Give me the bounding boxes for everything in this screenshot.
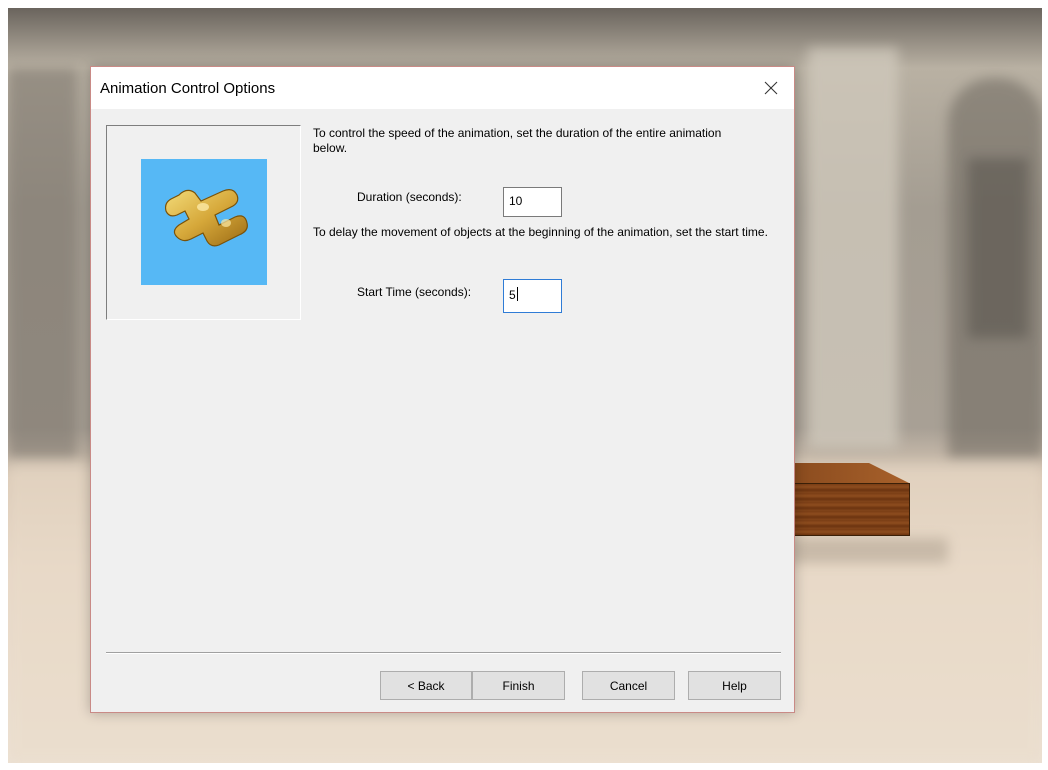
cancel-button[interactable]: Cancel <box>582 671 675 700</box>
duration-value: 10 <box>509 194 523 208</box>
wizard-picture <box>141 159 267 285</box>
wooden-block-front <box>789 483 910 536</box>
delay-instructions: To delay the movement of objects at the … <box>313 225 768 239</box>
help-button[interactable]: Help <box>688 671 781 700</box>
duration-label: Duration (seconds): <box>357 190 462 204</box>
button-separator <box>106 652 781 654</box>
finish-button[interactable]: Finish <box>472 671 565 700</box>
background-shadow <box>788 538 948 563</box>
speed-instructions: To control the speed of the animation, s… <box>313 126 722 155</box>
background-arch-left <box>8 68 78 458</box>
close-icon <box>764 81 778 95</box>
start-time-label: Start Time (seconds): <box>357 285 472 299</box>
back-button[interactable]: < Back <box>380 671 472 700</box>
start-time-input[interactable]: 5 <box>503 279 562 313</box>
background-column <box>808 48 898 448</box>
close-button[interactable] <box>748 67 794 109</box>
background-window-right <box>968 158 1028 338</box>
dialog-title: Animation Control Options <box>100 80 276 97</box>
duration-input[interactable]: 10 <box>503 187 562 217</box>
animated-part-icon <box>164 189 248 247</box>
animation-control-dialog: Animation Control Options To control the… <box>90 66 795 713</box>
dialog-titlebar: Animation Control Options <box>91 67 794 109</box>
text-caret <box>516 287 518 301</box>
start-time-value: 5 <box>509 288 516 302</box>
wizard-picture-panel <box>106 125 301 320</box>
